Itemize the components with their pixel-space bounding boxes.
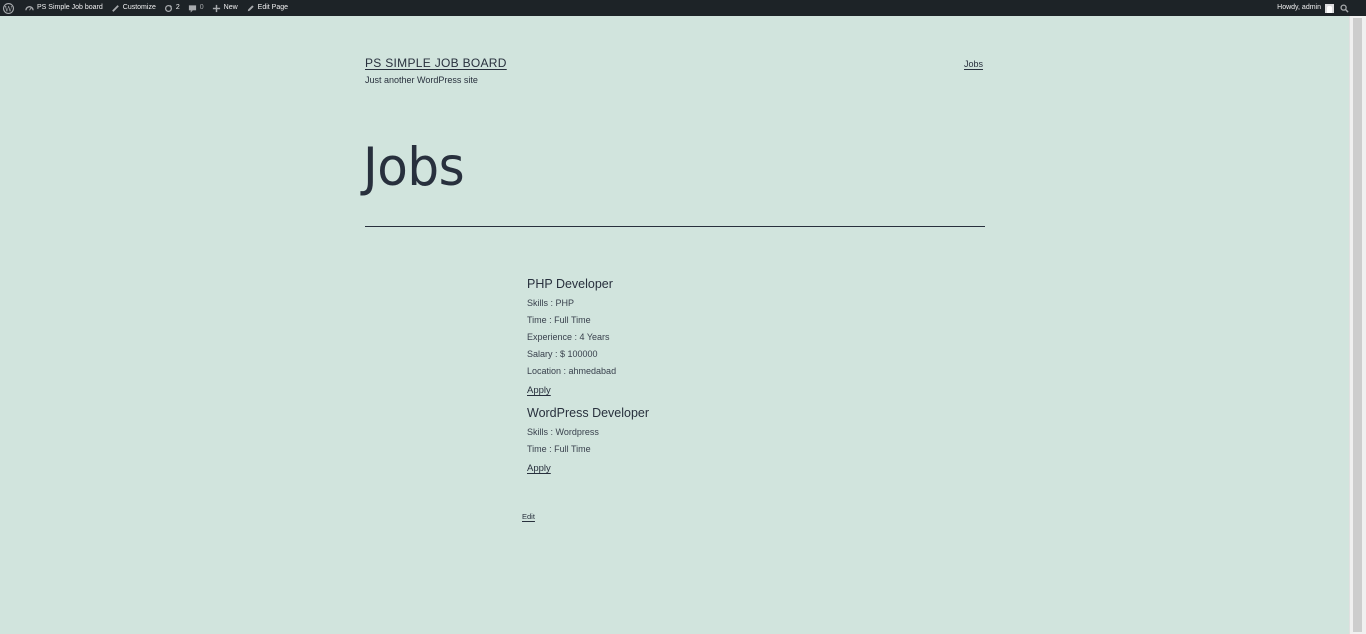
edit-page-link[interactable]: Edit Page (246, 0, 288, 16)
job-time: Time : Full Time (527, 315, 591, 325)
job-listing: PHP Developer Skills : PHP Time : Full T… (527, 276, 987, 399)
site-branding: PS SIMPLE JOB BOARD Just another WordPre… (365, 54, 507, 85)
title-divider (365, 226, 985, 227)
avatar[interactable] (1325, 3, 1334, 13)
comment-icon (188, 4, 196, 13)
apply-link[interactable]: Apply (527, 460, 551, 477)
search-icon[interactable] (1340, 3, 1349, 13)
admin-bar: W PS Simple Job board Customize 2 0 New … (0, 0, 1366, 16)
job-title: WordPress Developer (527, 406, 650, 420)
customize-link[interactable]: Customize (111, 0, 156, 16)
updates-count: 2 (175, 4, 180, 11)
plus-icon (212, 4, 220, 12)
apply-link[interactable]: Apply (527, 382, 551, 399)
job-experience: Experience : 4 Years (527, 332, 610, 342)
pencil-icon (247, 4, 254, 11)
new-content-link[interactable]: New (212, 0, 238, 16)
job-time: Time : Full Time (527, 444, 591, 454)
site-name-link[interactable]: PS Simple Job board (25, 0, 103, 16)
wordpress-logo-icon: W (3, 2, 14, 14)
wordpress-logo-button[interactable]: W (3, 2, 17, 14)
site-name-label: PS Simple Job board (37, 4, 103, 11)
page-scrollbar[interactable] (1349, 16, 1366, 634)
nav-item-jobs[interactable]: Jobs (964, 59, 983, 69)
admin-bar-right: Howdy, admin (1277, 0, 1349, 16)
updates-icon (164, 4, 172, 12)
svg-text:W: W (5, 4, 13, 13)
comments-count: 0 (199, 4, 204, 11)
dashboard-icon (25, 5, 34, 11)
jobs-list: PHP Developer Skills : PHP Time : Full T… (527, 276, 987, 483)
job-listing: WordPress Developer Skills : Wordpress T… (527, 405, 987, 477)
job-salary: Salary : $ 100000 (527, 349, 598, 359)
comments-link[interactable]: 0 (188, 0, 204, 16)
job-skills: Skills : PHP (527, 298, 575, 308)
site-title-link[interactable]: PS SIMPLE JOB BOARD (365, 56, 507, 70)
edit-page-label: Edit Page (257, 4, 289, 11)
updates-link[interactable]: 2 (164, 0, 180, 16)
scrollbar-thumb[interactable] (1353, 18, 1362, 632)
site-tagline: Just another WordPress site (365, 75, 478, 85)
job-title: PHP Developer (527, 277, 613, 291)
new-label: New (223, 4, 238, 11)
customize-label: Customize (122, 4, 156, 11)
brush-icon (111, 4, 119, 12)
edit-page-post-link[interactable]: Edit (522, 512, 535, 521)
job-skills: Skills : Wordpress (527, 427, 599, 437)
job-location: Location : ahmedabad (527, 366, 617, 376)
howdy-account-link[interactable]: Howdy, admin (1277, 0, 1321, 16)
page-title: Jobs (363, 136, 465, 198)
